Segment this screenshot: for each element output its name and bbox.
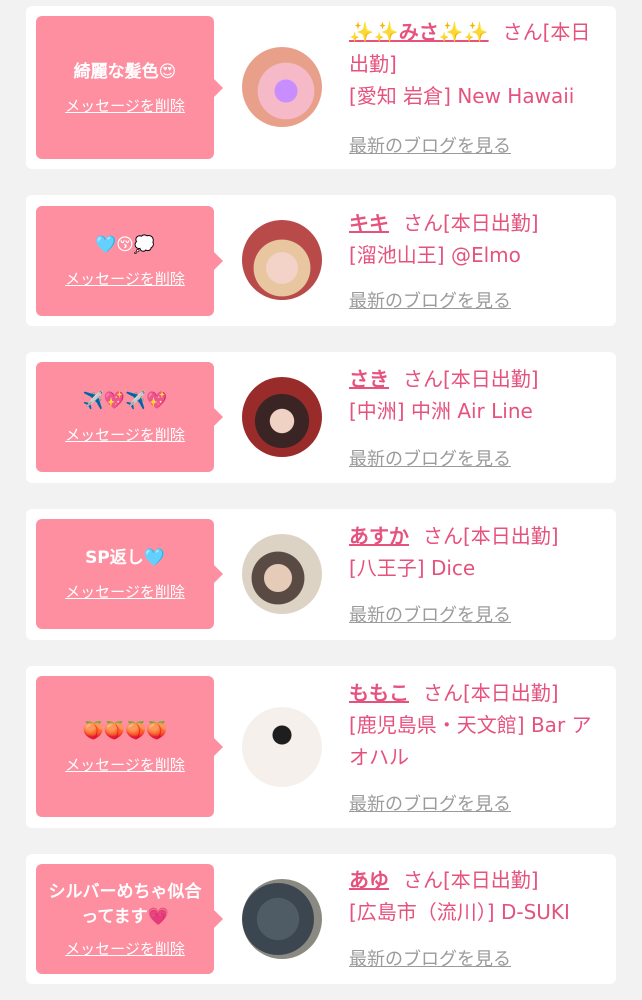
message-bubble: 🍑🍑🍑🍑 メッセージを削除 [36, 676, 223, 817]
cast-info: ももこ さん[本日出勤] [鹿児島県・天文館] Bar アオハル [349, 677, 605, 773]
avatar[interactable] [242, 534, 322, 614]
message-bubble: 綺麗な髪色😍 メッセージを削除 [36, 16, 223, 159]
avatar[interactable] [242, 220, 322, 300]
message-text: 🍑🍑🍑🍑 [82, 720, 168, 741]
latest-blog-link[interactable]: 最新のブログを見る [349, 445, 511, 471]
avatar[interactable] [242, 879, 322, 959]
delete-message-link[interactable]: メッセージを削除 [65, 581, 185, 602]
message-text: 🩵😚💭 [94, 235, 156, 255]
avatar[interactable] [242, 47, 322, 127]
message-text: SP返し🩵 [85, 548, 165, 568]
message-text: 綺麗な髪色😍 [73, 61, 177, 82]
message-card: シルバーめちゃ似合ってます💗 メッセージを削除 あゆ さん[本日出勤] [広島市（… [26, 854, 616, 984]
cast-name-link[interactable]: あゆ [349, 868, 389, 892]
cast-status: さん[本日出勤] [403, 367, 539, 391]
message-bubble: 🩵😚💭 メッセージを削除 [36, 206, 223, 316]
delete-message-link[interactable]: メッセージを削除 [65, 938, 185, 959]
cast-status: さん[本日出勤] [403, 211, 539, 235]
message-text: シルバーめちゃ似合ってます💗 [48, 881, 202, 927]
cast-status: さん[本日出勤] [423, 681, 559, 705]
latest-blog-link[interactable]: 最新のブログを見る [349, 945, 511, 971]
message-card: ✈️💖✈️💖 メッセージを削除 さき さん[本日出勤] [中洲] 中洲 Air L… [26, 352, 616, 483]
avatar[interactable] [242, 377, 322, 457]
latest-blog-link[interactable]: 最新のブログを見る [349, 132, 511, 158]
cast-name-link[interactable]: キキ [349, 211, 389, 235]
message-bubble: シルバーめちゃ似合ってます💗 メッセージを削除 [36, 864, 223, 974]
cast-name-link[interactable]: あすか [349, 524, 409, 548]
cast-name-link[interactable]: さき [349, 367, 389, 391]
cast-location: [八王子] Dice [349, 556, 476, 580]
avatar[interactable] [242, 707, 322, 787]
delete-message-link[interactable]: メッセージを削除 [65, 268, 185, 289]
cast-info: あすか さん[本日出勤] [八王子] Dice [349, 520, 605, 584]
cast-name-link[interactable]: ✨✨みさ✨✨ [349, 20, 489, 44]
cast-location: [中洲] 中洲 Air Line [349, 399, 533, 423]
message-text: ✈️💖✈️💖 [82, 391, 168, 411]
message-card: 綺麗な髪色😍 メッセージを削除 ✨✨みさ✨✨ さん[本日出勤] [愛知 岩倉] N… [26, 6, 616, 169]
delete-message-link[interactable]: メッセージを削除 [65, 754, 185, 775]
message-bubble: SP返し🩵 メッセージを削除 [36, 519, 223, 629]
message-card: SP返し🩵 メッセージを削除 あすか さん[本日出勤] [八王子] Dice 最新… [26, 509, 616, 640]
latest-blog-link[interactable]: 最新のブログを見る [349, 790, 511, 816]
cast-location: [広島市（流川）] D-SUKI [349, 900, 570, 924]
cast-info: キキ さん[本日出勤] [溜池山王] @Elmo [349, 207, 605, 271]
cast-location: [愛知 岩倉] New Hawaii [349, 84, 575, 108]
cast-location: [鹿児島県・天文館] Bar アオハル [349, 713, 592, 769]
cast-info: あゆ さん[本日出勤] [広島市（流川）] D-SUKI [349, 864, 605, 928]
message-bubble: ✈️💖✈️💖 メッセージを削除 [36, 362, 223, 472]
message-card: 🍑🍑🍑🍑 メッセージを削除 ももこ さん[本日出勤] [鹿児島県・天文館] Bar… [26, 666, 616, 828]
cast-status: さん[本日出勤] [403, 868, 539, 892]
message-card: 🩵😚💭 メッセージを削除 キキ さん[本日出勤] [溜池山王] @Elmo 最新の… [26, 195, 616, 326]
delete-message-link[interactable]: メッセージを削除 [65, 424, 185, 445]
cast-status: さん[本日出勤] [423, 524, 559, 548]
cast-info: ✨✨みさ✨✨ さん[本日出勤] [愛知 岩倉] New Hawaii [349, 16, 605, 112]
cast-info: さき さん[本日出勤] [中洲] 中洲 Air Line [349, 363, 605, 427]
latest-blog-link[interactable]: 最新のブログを見る [349, 601, 511, 627]
cast-location: [溜池山王] @Elmo [349, 243, 521, 267]
cast-name-link[interactable]: ももこ [349, 681, 409, 705]
latest-blog-link[interactable]: 最新のブログを見る [349, 287, 511, 313]
delete-message-link[interactable]: メッセージを削除 [65, 95, 185, 116]
